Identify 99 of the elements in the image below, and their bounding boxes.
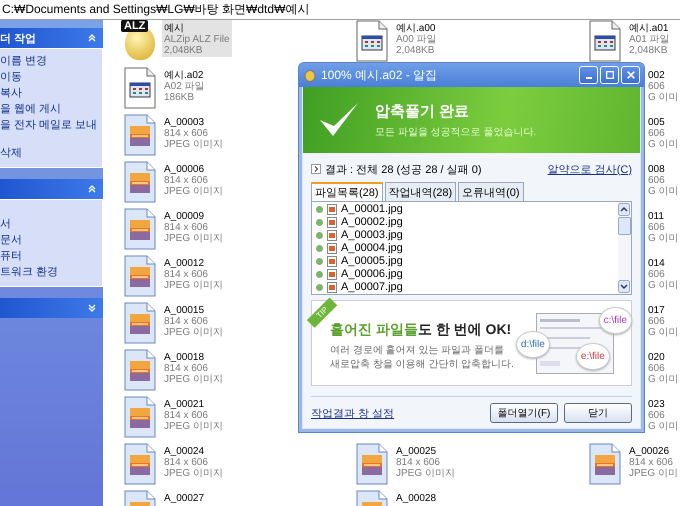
file-label[interactable]: 008 606 G 이미 [648,161,679,198]
tip-text: 새로압축 창을 이용해 간단히 압축합니다. [330,358,514,372]
file-label[interactable]: A_00003 814 x 606 JPEG 이미지 [162,114,225,151]
file-label[interactable]: 002 606 G 이미 [648,67,679,104]
image-file-icon [327,243,337,254]
scroll-thumb[interactable] [618,217,631,235]
file-label[interactable]: 예시.a02 A02 파일 186KB [162,67,207,104]
file-label[interactable]: A_00018 814 x 606 JPEG 이미지 [162,349,225,386]
file-label[interactable]: 023 606 G 이미 [648,396,679,433]
file-label[interactable]: A_00026 814 x 606 JPEG 이미 [627,443,680,480]
image-file-icon[interactable] [123,114,157,156]
file-label[interactable]: A_00025 814 x 606 JPEG 이미지 [394,443,457,480]
file-label[interactable]: 예시 ALZip ALZ File 2,048KB [162,20,232,57]
minimize-button[interactable] [579,66,598,84]
tab[interactable]: 파일목록(28) [311,182,383,201]
close-button[interactable] [621,66,640,84]
task-link[interactable]: 트워크 환경 [0,266,58,278]
status-dot-icon [316,206,323,213]
file-label[interactable]: 005 606 G 이미 [648,114,679,151]
image-file-icon[interactable] [123,161,157,203]
task-link[interactable]: 삭제 [0,147,22,159]
tip-text: 여러 경로에 흩어져 있는 파일과 폴더를 [330,344,505,358]
image-file-icon[interactable] [123,255,157,297]
status-dot-icon [316,271,323,278]
file-name[interactable]: A_00002.jpg [341,216,403,229]
file-name[interactable]: A_00007.jpg [341,281,403,294]
file-label[interactable]: 014 606 G 이미 [648,255,679,292]
file-label[interactable]: A_00021 814 x 606 JPEG 이미지 [162,396,225,433]
close-icon [626,70,636,80]
task-link[interactable]: 이름 변경 [0,55,48,67]
image-file-icon[interactable] [588,443,622,485]
image-file-icon[interactable] [123,396,157,438]
file-label[interactable]: A_00012 814 x 606 JPEG 이미지 [162,255,225,292]
dialog-button[interactable]: 닫기 [564,403,632,423]
file-icon[interactable] [123,67,157,109]
status-dot-icon [316,258,323,265]
file-label[interactable]: A_00028 [394,490,438,505]
file-label[interactable]: A_00027 [162,490,206,505]
image-file-icon[interactable] [123,208,157,250]
task-link[interactable]: 을 웹에 게시 [0,103,62,115]
result-summary: 결과 : 전체 28 (성공 28 / 실패 0) [325,162,482,176]
image-file-icon[interactable] [123,349,157,391]
image-file-icon [327,230,337,241]
image-file-icon [327,204,337,215]
chevron-icon[interactable] [87,33,97,43]
file-name[interactable]: A_00001.jpg [341,203,403,216]
image-file-icon [327,217,337,228]
task-link[interactable]: 서 [0,218,11,230]
banner-title: 압축풀기 완료 [375,102,470,120]
file-name[interactable]: A_00005.jpg [341,255,403,268]
file-label[interactable]: A_00009 814 x 606 JPEG 이미지 [162,208,225,245]
image-file-icon [327,256,337,267]
file-icon[interactable] [588,20,622,62]
task-link[interactable]: 이동 [0,71,22,83]
scrollbar[interactable] [618,202,631,294]
scan-link[interactable]: 알약으로 검사(C) [548,162,632,176]
status-dot-icon [316,245,323,252]
settings-link[interactable]: 작업결과 창 설정 [311,406,394,420]
expand-icon[interactable] [311,164,321,174]
scroll-down-icon[interactable] [618,280,630,293]
tab[interactable]: 오류내역(0) [458,182,524,201]
file-label[interactable]: 예시.a00 A00 파일 2,048KB [394,20,439,57]
file-label[interactable]: 020 606 G 이미 [648,349,679,386]
task-link[interactable]: 을 전자 메일로 보내 [0,119,98,131]
banner-message: 모든 파일을 성공적으로 풀었습니다. [375,126,536,138]
dialog-button[interactable]: 폴더열기(F) [490,403,558,423]
task-link[interactable]: 문서 [0,234,22,246]
minimize-icon [586,77,592,79]
image-file-icon[interactable] [123,302,157,344]
path-bubble: d:\file [516,331,550,358]
panel-header[interactable]: 더 작업 [0,28,103,48]
file-name[interactable]: A_00006.jpg [341,268,403,281]
file-label[interactable]: A_00024 814 x 606 JPEG 이미지 [162,443,225,480]
tab[interactable]: 작업내역(28) [384,182,456,201]
chevron-icon[interactable] [87,303,97,313]
chevron-icon[interactable] [87,184,97,194]
image-file-icon [327,269,337,280]
maximize-button[interactable] [600,66,619,84]
task-link[interactable]: 복사 [0,87,22,99]
maximize-icon [604,70,614,80]
file-label[interactable]: 011 606 G 이미 [648,208,679,245]
app-icon [303,68,317,82]
status-dot-icon [316,219,323,226]
window-title: 100% 예시.a02 - 알집 [321,66,438,84]
path-bubble: c:\file [598,307,632,334]
image-file-icon[interactable] [355,443,389,485]
status-dot-icon [316,232,323,239]
image-file-icon[interactable] [123,443,157,485]
file-label[interactable]: A_00015 814 x 606 JPEG 이미지 [162,302,225,339]
file-label[interactable]: A_00006 814 x 606 JPEG 이미지 [162,161,225,198]
file-icon[interactable] [355,20,389,62]
file-name[interactable]: A_00004.jpg [341,242,403,255]
status-dot-icon [316,284,323,291]
file-name[interactable]: A_00003.jpg [341,229,403,242]
file-label[interactable]: 017 606 G 이미 [648,302,679,339]
task-link[interactable]: 퓨터 [0,250,22,262]
panel-title: 더 작업 [0,32,36,46]
file-label[interactable]: 예시.a01 A01 파일 2,048KB [627,20,672,57]
scroll-up-icon[interactable] [618,203,630,216]
